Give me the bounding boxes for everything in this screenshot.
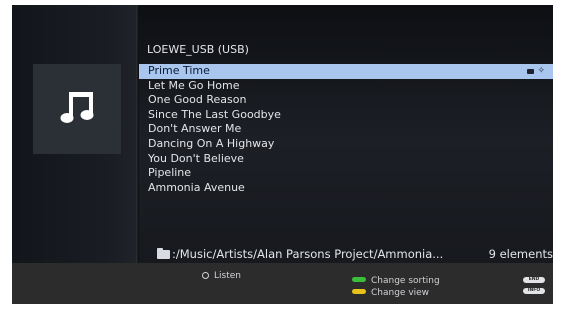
change-sorting-label: Change sorting [371, 276, 440, 286]
green-key-icon [352, 277, 366, 282]
track-title: Since The Last Goodbye [148, 107, 281, 121]
selection-indicator: ✧ [527, 64, 545, 78]
listen-label: Listen [214, 271, 241, 281]
track-title: Pipeline [148, 166, 192, 180]
track-title: Prime Time [148, 64, 210, 77]
track-item[interactable]: Prime Time ✧ [139, 64, 553, 79]
change-view-hint[interactable]: Change view [352, 288, 429, 298]
folder-icon [157, 248, 170, 259]
track-item[interactable]: Let Me Go Home [139, 79, 553, 94]
current-path: :/Music/Artists/Alan Parsons Project/Amm… [172, 247, 444, 261]
track-title: Ammonia Avenue [148, 180, 245, 194]
track-title: Let Me Go Home [148, 78, 240, 92]
info-key-badge[interactable]: INFO [523, 288, 545, 294]
track-title: Don't Answer Me [148, 122, 242, 136]
change-view-label: Change view [371, 288, 430, 298]
track-item[interactable]: Don't Answer Me [139, 122, 553, 137]
end-key-badge[interactable]: END [523, 277, 545, 283]
track-item[interactable]: Dancing On A Highway [139, 137, 553, 152]
track-list: Prime Time ✧ Let Me Go Home One Good Reason… [139, 64, 553, 195]
track-title: You Don't Believe [148, 151, 244, 165]
track-item[interactable]: One Good Reason [139, 93, 553, 108]
track-item[interactable]: You Don't Believe [139, 152, 553, 167]
track-title: Dancing On A Highway [148, 136, 275, 150]
element-count: 9 elements [488, 247, 553, 261]
ok-button-icon [202, 272, 209, 279]
source-title: LOEWE_USB (USB) [147, 43, 249, 56]
music-note-icon [60, 92, 94, 123]
track-item[interactable]: Ammonia Avenue [139, 181, 553, 196]
ok-badge-icon [527, 68, 535, 74]
listen-hint[interactable]: Listen [202, 271, 241, 281]
music-category-tile [33, 64, 121, 154]
yellow-key-icon [352, 289, 366, 294]
track-title: One Good Reason [148, 93, 247, 107]
cursor-icon: ✧ [537, 66, 545, 76]
change-sorting-hint[interactable]: Change sorting [352, 276, 440, 286]
path-bar: :/Music/Artists/Alan Parsons Project/Amm… [139, 243, 553, 263]
media-browser-screen: LOEWE_USB (USB) Prime Time ✧ Let Me Go Hom… [12, 5, 553, 304]
track-item[interactable]: Since The Last Goodbye [139, 108, 553, 123]
footer-hints: Listen Change sorting Change view END IN… [12, 263, 553, 304]
left-panel [12, 5, 137, 263]
track-item[interactable]: Pipeline [139, 166, 553, 181]
